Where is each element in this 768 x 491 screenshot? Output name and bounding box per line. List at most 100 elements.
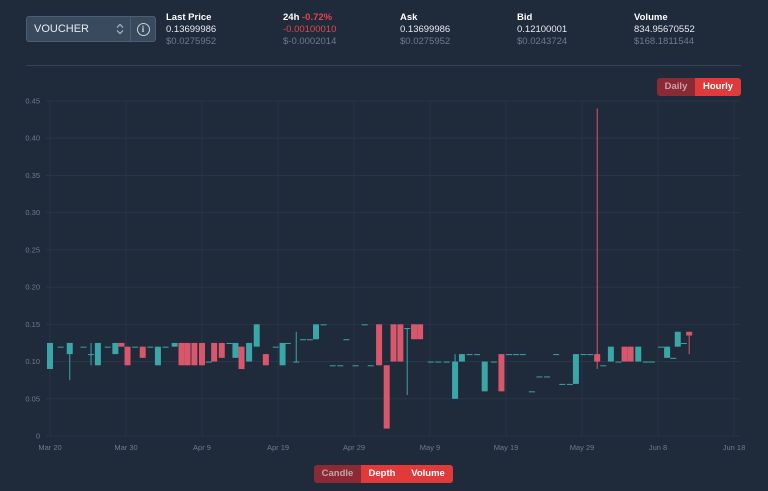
candle-body [293, 361, 300, 363]
candle-up [352, 365, 359, 367]
candle-body [506, 354, 513, 356]
candle-up [361, 324, 368, 326]
candle-down [211, 342, 218, 362]
candle-up [313, 324, 319, 340]
candle-body [528, 391, 535, 393]
candle-body [104, 346, 111, 348]
candle-up [94, 342, 101, 366]
candle-up [566, 383, 573, 385]
candle-up [512, 354, 519, 356]
candle-up [132, 346, 139, 348]
candle-body [397, 324, 404, 362]
candle-body [118, 342, 125, 347]
candle-up [519, 354, 526, 356]
candle-up [272, 346, 279, 348]
candle-body [66, 342, 73, 355]
candle-up [452, 354, 459, 399]
y-tick-label: 0.10 [25, 357, 40, 366]
daily-button[interactable]: Daily [657, 78, 695, 96]
candle-up [658, 346, 665, 348]
y-tick-label: 0.20 [25, 283, 40, 292]
candle-body [435, 361, 442, 363]
candle-body [466, 354, 473, 356]
candle-up [635, 346, 642, 362]
candle-up [458, 354, 465, 362]
candle-up [544, 376, 551, 378]
candle-up [162, 346, 169, 348]
candle-up [615, 361, 622, 363]
volume-button[interactable]: Volume [403, 465, 453, 483]
x-tick-label: Apr 19 [267, 443, 289, 452]
y-tick-label: 0.15 [25, 320, 40, 329]
candle-body [648, 361, 655, 363]
candle-body [674, 331, 681, 347]
candle-down [390, 324, 397, 362]
depth-button[interactable]: Depth [361, 465, 403, 483]
candle-body [587, 354, 594, 356]
candle-down [124, 346, 131, 366]
candle-body [313, 324, 319, 340]
candle-body [226, 342, 233, 344]
candle-down [686, 331, 693, 355]
candle-up [57, 346, 64, 348]
y-tick-label: 0.30 [25, 208, 40, 217]
candles [47, 108, 693, 429]
candle-up [80, 346, 87, 348]
chart-grid [46, 100, 740, 437]
candle-body [376, 324, 383, 366]
candle-down [383, 365, 390, 429]
candle-down [178, 342, 185, 366]
candle-body [658, 346, 665, 348]
candle-body [320, 324, 327, 326]
candle-down [627, 346, 634, 362]
y-tick-label: 0.40 [25, 134, 40, 143]
candle-body [670, 357, 677, 359]
candle-body [246, 342, 253, 362]
interval-toggle: Daily Hourly [657, 78, 741, 96]
candle-down [199, 342, 205, 366]
candle-body [458, 354, 465, 362]
candle-down [498, 354, 505, 392]
candle-up [246, 342, 253, 362]
candle-down [376, 324, 383, 366]
candle-up [104, 346, 111, 348]
candle-up [337, 365, 344, 367]
candle-body [94, 342, 101, 366]
hourly-button[interactable]: Hourly [695, 78, 741, 96]
candle-body [580, 354, 587, 356]
candle-body [211, 342, 218, 362]
candle-body [390, 324, 397, 362]
candle-up [506, 354, 513, 356]
candle-body [635, 346, 642, 362]
candle-down [594, 108, 601, 369]
candle-body [559, 383, 566, 385]
candle-up [154, 346, 161, 366]
candle-body [411, 324, 418, 340]
candle-down [118, 342, 125, 347]
candle-body [272, 346, 279, 348]
candle-body [205, 361, 212, 363]
candle-down [397, 324, 404, 362]
candle-body [452, 361, 459, 399]
candle-body [238, 346, 245, 369]
candle-up [367, 365, 374, 367]
candle-up [572, 354, 579, 384]
candle-up [466, 354, 473, 356]
candle-up [284, 342, 291, 344]
candle-body [443, 361, 450, 363]
candle-up [300, 339, 307, 341]
candle-body [132, 346, 139, 348]
candle-body [686, 331, 693, 336]
candle-body [536, 376, 543, 378]
candle-body [642, 361, 649, 363]
candle-down [621, 346, 628, 362]
candle-body [57, 346, 64, 348]
candle-up [642, 361, 649, 363]
candle-body [404, 328, 411, 330]
x-tick-label: Mar 20 [38, 443, 61, 452]
candle-body [112, 342, 119, 355]
candle-button[interactable]: Candle [314, 465, 361, 483]
candle-up [664, 346, 671, 358]
candle-down [139, 346, 146, 358]
candle-up [171, 342, 178, 347]
